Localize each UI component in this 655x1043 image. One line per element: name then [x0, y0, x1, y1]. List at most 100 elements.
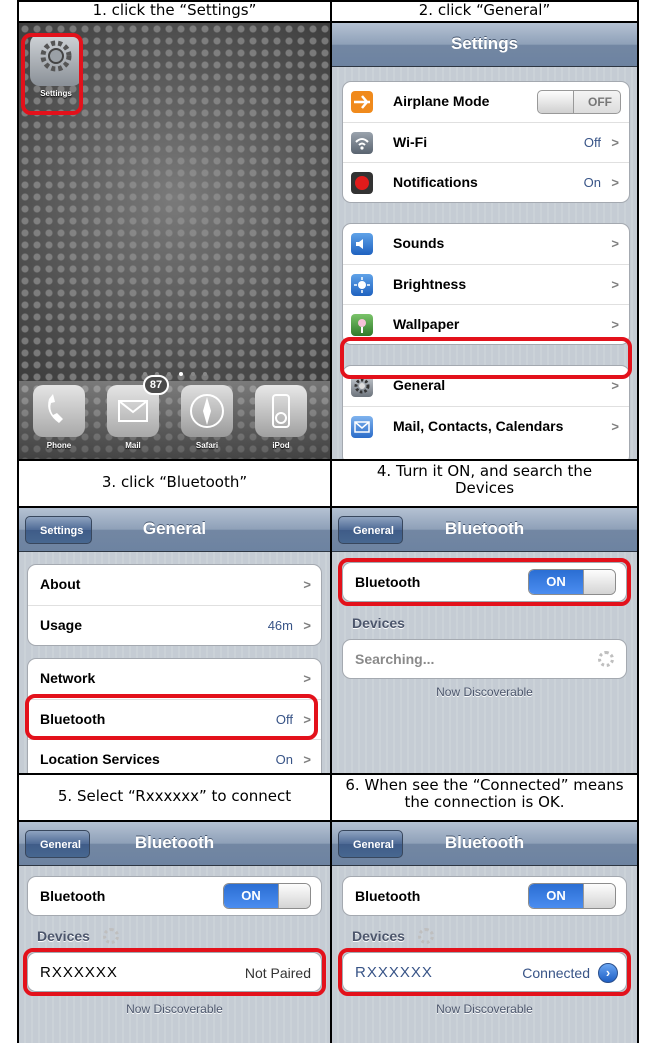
row-divider [17, 459, 639, 461]
home-screen: Settings 87 Phone Mail Safari iPod [19, 23, 330, 459]
network-label: Network [40, 670, 96, 686]
mail-icon [351, 416, 373, 438]
chevron-right-icon: > [611, 236, 619, 251]
spinner-icon [418, 928, 434, 944]
chevron-right-icon: > [611, 419, 619, 434]
notifications-icon [351, 172, 373, 194]
airplane-mode-switch[interactable]: OFF [537, 90, 621, 114]
caption-step2: 2. click “General” [418, 1, 551, 19]
settings-title: Settings [450, 34, 519, 53]
bluetooth-row-label: Bluetooth [355, 888, 421, 904]
caption-step6: 6. When see the “Connected” means the co… [345, 776, 624, 811]
usage-label: Usage [40, 617, 83, 633]
dock-label-mail: Mail [125, 441, 141, 450]
about-label: About [40, 576, 81, 592]
chevron-right-icon: > [303, 671, 311, 686]
compass-icon [190, 394, 224, 428]
wifi-value: Off [583, 135, 601, 150]
discoverable-note: Now Discoverable [436, 1002, 533, 1016]
switch-on-label: ON [529, 884, 583, 908]
settings-screen: Settings Airplane Mode OFF Wi-Fi Off > N… [332, 23, 637, 459]
row-wifi[interactable]: Wi-Fi Off > [343, 122, 629, 162]
row-sounds[interactable]: Sounds > [343, 224, 629, 264]
row-mail-contacts-calendars[interactable]: Mail, Contacts, Calendars > [343, 406, 629, 446]
chevron-right-icon: > [611, 317, 619, 332]
devices-heading: Devices [352, 928, 405, 944]
devices-heading: Devices [352, 615, 405, 631]
highlight-bluetooth [25, 694, 318, 740]
caption-step5: 5. Select “Rxxxxxx” to connect [57, 787, 292, 805]
row-divider [17, 773, 639, 775]
chevron-right-icon: > [303, 618, 311, 633]
caption-step4: 4. Turn it ON, and search the Devices [376, 462, 593, 497]
discoverable-note: Now Discoverable [436, 685, 533, 699]
chevron-right-icon: > [303, 577, 311, 592]
highlight-bluetooth-switch [338, 558, 631, 606]
flower-icon [351, 314, 373, 336]
highlight-general [340, 337, 632, 379]
airplane-mode-label: Airplane Mode [393, 93, 490, 109]
phone-icon [48, 394, 63, 423]
bluetooth-title: Bluetooth [444, 519, 525, 538]
row-notifications[interactable]: Notifications On > [343, 162, 629, 202]
devices-group: Searching... [342, 639, 627, 679]
bluetooth-select-screen: General Bluetooth Bluetooth ON Devices R… [19, 822, 330, 1043]
sounds-label: Sounds [393, 235, 445, 251]
settings-group-1: Airplane Mode OFF Wi-Fi Off > Notificati… [342, 81, 630, 203]
bluetooth-search-screen: General Bluetooth Bluetooth ON Devices S… [332, 508, 637, 773]
bluetooth-row-label: Bluetooth [40, 888, 106, 904]
mail-badge: 87 [143, 375, 169, 395]
switch-knob [278, 884, 310, 908]
usage-value: 46m [267, 618, 293, 633]
switch-on-label: ON [224, 884, 278, 908]
mail-contacts-calendars-label: Mail, Contacts, Calendars [393, 418, 564, 434]
chevron-right-icon: > [611, 277, 619, 292]
devices-heading: Devices [37, 928, 90, 944]
notifications-value: On [583, 175, 601, 190]
chevron-right-icon: > [611, 175, 619, 190]
discoverable-note: Now Discoverable [126, 1002, 223, 1016]
bluetooth-navbar: General Bluetooth [332, 822, 637, 866]
spinner-icon [598, 651, 614, 667]
row-usage[interactable]: Usage 46m > [28, 605, 321, 645]
bluetooth-navbar: General Bluetooth [19, 822, 330, 866]
phone-app-icon[interactable] [33, 385, 85, 437]
brightness-label: Brightness [393, 276, 467, 292]
row-brightness[interactable]: Brightness > [343, 264, 629, 304]
highlight-connected [338, 948, 631, 996]
brightness-icon [351, 274, 373, 296]
switch-knob [583, 884, 615, 908]
bluetooth-title: Bluetooth [134, 833, 215, 852]
safari-app-icon[interactable] [181, 385, 233, 437]
settings-navbar: Settings [332, 23, 637, 67]
dock-label-safari: Safari [195, 441, 219, 450]
row-about[interactable]: About > [28, 565, 321, 605]
bluetooth-title: Bluetooth [444, 833, 525, 852]
page-indicator [19, 363, 330, 381]
notifications-label: Notifications [393, 174, 478, 190]
dock-label-ipod: iPod [272, 441, 290, 450]
row-location-services[interactable]: Location Services On > [28, 739, 321, 773]
ipod-app-icon[interactable] [255, 385, 307, 437]
chevron-right-icon: > [303, 752, 311, 767]
wallpaper-label: Wallpaper [393, 316, 460, 332]
airplane-icon [351, 91, 373, 113]
highlight-settings [21, 33, 83, 115]
bluetooth-toggle-group: Bluetooth ON [342, 876, 627, 916]
bluetooth-toggle-group: Bluetooth ON [27, 876, 322, 916]
row-airplane-mode: Airplane Mode OFF [343, 82, 629, 122]
caption-step3: 3. click “Bluetooth” [101, 473, 248, 491]
bluetooth-switch[interactable]: ON [528, 883, 616, 909]
bluetooth-switch[interactable]: ON [223, 883, 311, 909]
settings-group-2: Sounds > Brightness > Wallpaper > [342, 223, 630, 345]
highlight-device [23, 948, 326, 996]
settings-group-3: General > Mail, Contacts, Calendars > [342, 365, 630, 459]
general-screen: Settings General About > Usage 46m > Net… [19, 508, 330, 773]
bluetooth-connected-screen: General Bluetooth Bluetooth ON Devices R… [332, 822, 637, 1043]
location-services-value: On [275, 752, 293, 767]
chevron-right-icon: > [611, 378, 619, 393]
wifi-icon [351, 132, 373, 154]
general-group-1: About > Usage 46m > [27, 564, 322, 646]
row-network[interactable]: Network > [28, 659, 321, 699]
general-label: General [393, 377, 446, 393]
